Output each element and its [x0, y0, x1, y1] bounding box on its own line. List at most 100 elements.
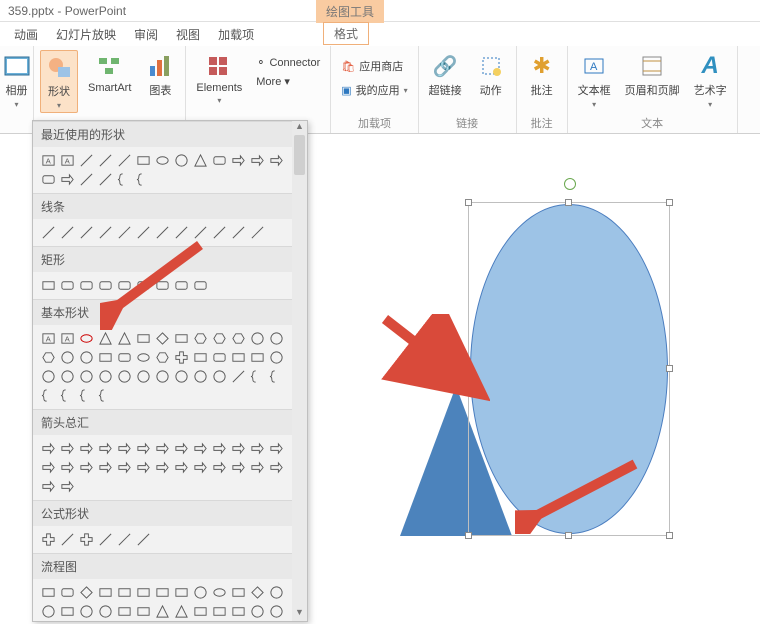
shape-option-rnd[interactable]: [39, 170, 58, 189]
shape-option-rect[interactable]: [134, 329, 153, 348]
shape-option-rect[interactable]: [153, 583, 172, 602]
shape-option-line[interactable]: [115, 530, 134, 549]
shape-option-rect[interactable]: [134, 602, 153, 621]
shape-option-tri[interactable]: [191, 151, 210, 170]
contextual-tab-drawing-tools[interactable]: 绘图工具: [316, 0, 384, 23]
resize-handle[interactable]: [666, 199, 673, 206]
shape-option-line[interactable]: [96, 170, 115, 189]
shape-option-tri[interactable]: [115, 329, 134, 348]
shape-option-plus[interactable]: [172, 348, 191, 367]
shape-option-rect[interactable]: [39, 276, 58, 295]
shape-option-circ[interactable]: [39, 367, 58, 386]
shape-option-rnd[interactable]: [77, 276, 96, 295]
chart-button[interactable]: 图表: [141, 50, 179, 100]
shape-option-circ[interactable]: [191, 367, 210, 386]
shape-option-arr[interactable]: [248, 151, 267, 170]
shape-option-oval[interactable]: [153, 151, 172, 170]
shape-option-circ[interactable]: [39, 621, 58, 622]
shape-option-arr[interactable]: [58, 170, 77, 189]
smartart-button[interactable]: SmartArt: [84, 50, 135, 96]
shape-option-hex[interactable]: [153, 348, 172, 367]
rotation-handle[interactable]: [564, 178, 576, 190]
shape-option-rect[interactable]: [229, 348, 248, 367]
resize-handle[interactable]: [565, 199, 572, 206]
shape-option-brace[interactable]: [77, 386, 96, 405]
shape-option-brace[interactable]: [96, 386, 115, 405]
album-button[interactable]: 相册 ▾: [0, 50, 36, 111]
shape-option-rect[interactable]: [96, 583, 115, 602]
shape-option-line[interactable]: [77, 223, 96, 242]
shape-option-circ[interactable]: [77, 602, 96, 621]
shape-option-circ[interactable]: [267, 348, 286, 367]
shape-option-rect[interactable]: [134, 583, 153, 602]
elements-button[interactable]: Elements ▾: [192, 50, 246, 107]
shape-option-arr[interactable]: [210, 458, 229, 477]
shape-option-rect[interactable]: [115, 583, 134, 602]
shape-option-line[interactable]: [39, 223, 58, 242]
app-store-button[interactable]: 🛍应用商店: [337, 56, 411, 76]
tab-view[interactable]: 视图: [176, 26, 200, 43]
shape-option-arr[interactable]: [58, 458, 77, 477]
shape-option-line[interactable]: [134, 530, 153, 549]
shape-option-oval[interactable]: [210, 583, 229, 602]
shape-option-line[interactable]: [210, 223, 229, 242]
shape-option-rect[interactable]: [229, 583, 248, 602]
shape-option-rect[interactable]: [210, 602, 229, 621]
shape-option-hex[interactable]: [191, 329, 210, 348]
shape-option-rnd[interactable]: [58, 583, 77, 602]
shape-option-brace[interactable]: [267, 367, 286, 386]
shape-option-circ[interactable]: [58, 367, 77, 386]
shape-option-brace[interactable]: [134, 170, 153, 189]
shape-option-rect[interactable]: [58, 621, 77, 622]
shape-option-txt[interactable]: A: [58, 329, 77, 348]
shape-option-rnd[interactable]: [210, 151, 229, 170]
shape-option-hex[interactable]: [229, 329, 248, 348]
shape-option-arr[interactable]: [210, 439, 229, 458]
shape-option-arr[interactable]: [77, 439, 96, 458]
shape-option-line[interactable]: [229, 367, 248, 386]
shape-option-arr[interactable]: [191, 458, 210, 477]
shape-option-diam[interactable]: [77, 583, 96, 602]
shape-option-arr[interactable]: [134, 458, 153, 477]
shape-option-arr[interactable]: [248, 439, 267, 458]
shape-option-circ[interactable]: [191, 583, 210, 602]
scrollbar[interactable]: ▲ ▼: [292, 121, 307, 621]
action-button[interactable]: 动作: [472, 50, 510, 100]
scroll-up-arrow[interactable]: ▲: [292, 121, 307, 135]
resize-handle[interactable]: [465, 199, 472, 206]
shape-option-arr[interactable]: [39, 439, 58, 458]
shape-option-line[interactable]: [96, 151, 115, 170]
shape-option-arr[interactable]: [134, 439, 153, 458]
shape-option-rect[interactable]: [39, 583, 58, 602]
shape-option-arr[interactable]: [39, 458, 58, 477]
shape-option-rect[interactable]: [229, 602, 248, 621]
shape-option-line[interactable]: [229, 223, 248, 242]
shape-option-circ[interactable]: [58, 348, 77, 367]
textbox-button[interactable]: A文本框▾: [574, 50, 615, 111]
shape-option-arr[interactable]: [229, 151, 248, 170]
shape-option-circ[interactable]: [96, 367, 115, 386]
shape-option-line[interactable]: [115, 151, 134, 170]
shape-option-circ[interactable]: [115, 367, 134, 386]
shape-option-rnd[interactable]: [58, 276, 77, 295]
shape-option-arr[interactable]: [39, 477, 58, 496]
scroll-thumb[interactable]: [294, 135, 305, 175]
shapes-button[interactable]: 形状 ▾: [40, 50, 78, 113]
wordart-button[interactable]: A艺术字▾: [690, 50, 731, 111]
shape-option-arr[interactable]: [77, 458, 96, 477]
slide-canvas[interactable]: [310, 134, 760, 624]
shape-option-tri[interactable]: [172, 602, 191, 621]
shape-option-arr[interactable]: [153, 458, 172, 477]
shape-option-circ[interactable]: [77, 348, 96, 367]
shape-option-line[interactable]: [58, 223, 77, 242]
shape-option-brace[interactable]: [39, 386, 58, 405]
shape-option-circ[interactable]: [210, 367, 229, 386]
tab-review[interactable]: 审阅: [134, 26, 158, 43]
shape-option-arr[interactable]: [248, 458, 267, 477]
more-button[interactable]: More ▾: [252, 73, 324, 90]
tab-slideshow[interactable]: 幻灯片放映: [56, 26, 116, 43]
shape-option-arr[interactable]: [267, 151, 286, 170]
shape-option-line[interactable]: [96, 530, 115, 549]
shape-option-line[interactable]: [77, 151, 96, 170]
shape-option-arr[interactable]: [172, 458, 191, 477]
